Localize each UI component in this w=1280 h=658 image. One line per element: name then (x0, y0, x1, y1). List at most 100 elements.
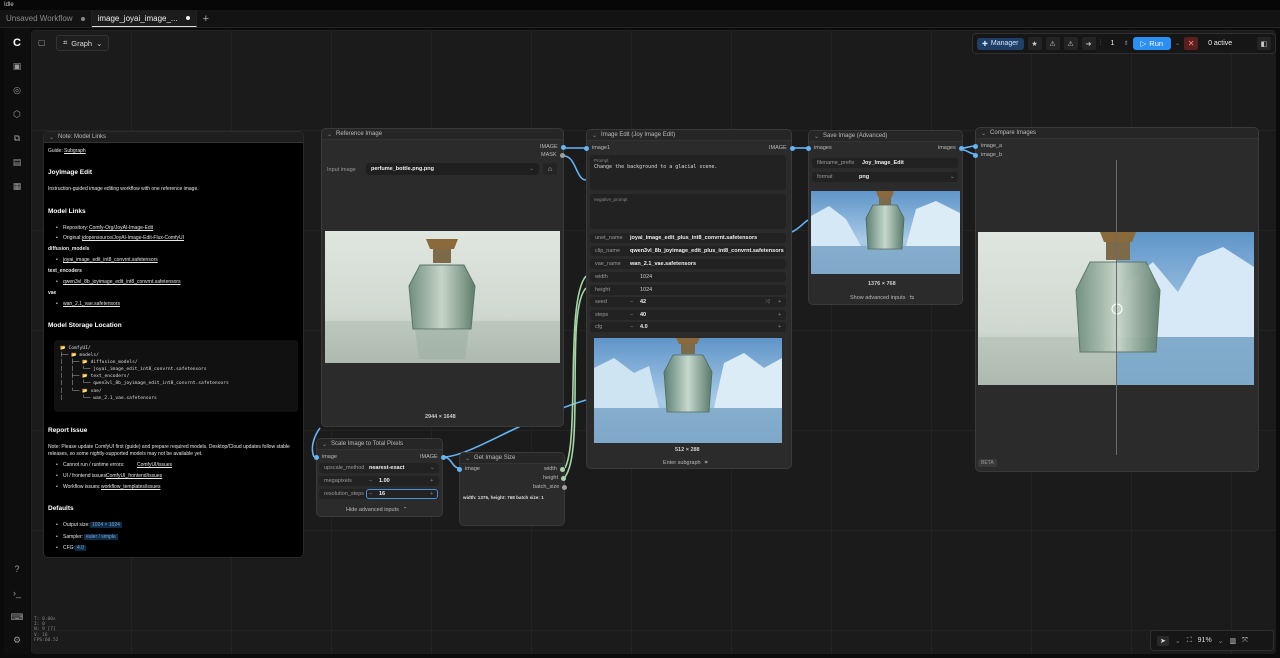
diffusion-model-link[interactable]: joyai_image_edit_int8_convrnt.safetensor… (63, 257, 158, 263)
node-header[interactable]: ⌄ Image Edit (Joy Image Edit) (587, 130, 791, 141)
increment-icon[interactable]: + (430, 478, 433, 484)
hide-advanced-inputs-button[interactable]: Hide advanced inputs ⌃ (346, 507, 408, 513)
chevron-up-icon: ⌃ (402, 507, 408, 513)
image-select-dropdown[interactable]: perfume_bottle.png.png ⌄ (366, 163, 539, 175)
compare-divider-line[interactable] (1116, 160, 1117, 455)
output-images-slot[interactable]: images (938, 145, 964, 151)
collapse-chevron-icon[interactable]: ⌄ (465, 455, 470, 462)
output-image-slot[interactable]: IMAGE (769, 145, 795, 151)
input-image-slot[interactable]: image (314, 454, 337, 460)
chevron-down-icon[interactable]: ⌄ (1175, 637, 1181, 645)
width-widget[interactable]: width 1024 (590, 272, 786, 282)
original-link[interactable]: jdopensource/JoyAI-Image-Edit-Flux-Comfy… (82, 235, 184, 241)
slot-label: image_b (981, 152, 1003, 158)
widget-label: unet_name (595, 235, 623, 241)
node-header[interactable]: ⌄ Get Image Size (460, 453, 564, 464)
issue-frontend-link[interactable]: ComfyUI_frontend/issues (106, 473, 162, 479)
storage-tree: 📂 ComfyUI/ ├── 📂 models/ │ ├── 📂 diffusi… (54, 340, 298, 412)
select-tool-icon[interactable]: ➤ (1157, 635, 1169, 646)
defaults-heading: Defaults (48, 505, 74, 512)
link-visibility-icon[interactable]: ⤧ (1242, 637, 1248, 645)
increment-icon[interactable]: + (778, 299, 781, 305)
widget-label: resolution_steps (324, 491, 365, 497)
upscale-method-widget[interactable]: upscale_method nearest-exact ⌄ (319, 463, 439, 473)
collapse-chevron-icon[interactable]: ⌄ (49, 134, 54, 141)
repo-link[interactable]: Comfy-Org/JoyAI-Image-Edit (89, 225, 153, 231)
node-header[interactable]: ⌄ Note: Model Links (44, 132, 303, 143)
widget-label: filename_prefix (817, 160, 855, 166)
input-image1-slot[interactable]: image1 (584, 145, 610, 151)
input-images-slot[interactable]: images (806, 145, 832, 151)
seed-widget[interactable]: seed − 42 ⤨ + (590, 297, 786, 307)
bullet: • (56, 534, 58, 540)
widget-value: 40 (640, 312, 647, 318)
filename-prefix-widget[interactable]: filename_prefix Joy_Image_Edit (812, 158, 958, 168)
collapse-chevron-icon[interactable]: ⌄ (327, 131, 332, 138)
input-image-a-slot[interactable]: image_a (973, 143, 1002, 149)
steps-widget[interactable]: steps − 40 + (590, 310, 786, 320)
output-image-slot[interactable]: IMAGE (420, 454, 446, 460)
output-height-slot[interactable]: height (543, 475, 566, 481)
node-header[interactable]: ⌄ Save Image (Advanced) (809, 131, 962, 142)
collapse-chevron-icon[interactable]: ⌄ (981, 130, 986, 137)
clip-name-widget[interactable]: clip_name qwen3vl_8b_joyimage_edit_plus_i… (590, 246, 786, 256)
enter-subgraph-button[interactable]: Enter subgraph ⌗ (663, 460, 708, 467)
widget-label: upscale_method (324, 465, 365, 471)
widget-label: format (817, 174, 833, 180)
vae-name-widget[interactable]: vae_name wan_2.1_vae.safetensors (590, 259, 786, 269)
decrement-icon[interactable]: − (630, 312, 633, 318)
zoom-level[interactable]: 91% (1198, 637, 1212, 644)
cfg-widget[interactable]: cfg − 4.0 + (590, 322, 786, 332)
output-batch-size-slot[interactable]: batch_size (533, 484, 568, 490)
upload-folder-icon[interactable]: ⌂ (543, 163, 557, 175)
bullet: • (56, 235, 58, 241)
chevron-down-icon[interactable]: ⌄ (1218, 637, 1224, 645)
format-widget[interactable]: format png ⌄ (812, 172, 958, 182)
render-stats: T: 0.00s I: 0 N: 9 [7] V: 16 FPS:60.52 (34, 617, 58, 643)
collapse-chevron-icon[interactable]: ⌄ (592, 132, 597, 139)
height-widget[interactable]: height 1024 (590, 285, 786, 295)
saved-image-preview (811, 191, 960, 274)
focused-input-outline (366, 489, 438, 499)
unet-name-widget[interactable]: unet_name joyai_image_edit_plus_int8_conv… (590, 233, 786, 243)
fit-view-icon[interactable]: ⛶ (1187, 637, 1192, 645)
increment-icon[interactable]: + (778, 324, 781, 330)
megapixels-widget[interactable]: megapixels − 1.00 + (319, 476, 439, 486)
show-advanced-label: Show advanced inputs (850, 295, 906, 301)
output-image-slot[interactable]: IMAGE (540, 144, 566, 150)
input-image-b-slot[interactable]: image_b (973, 152, 1002, 158)
shuffle-icon[interactable]: ⤨ (765, 299, 769, 306)
issue-workflow-link[interactable]: workflow_templates/issues (101, 484, 160, 490)
decrement-icon[interactable]: − (630, 324, 633, 330)
bullet: • (56, 301, 58, 307)
output-mask-slot[interactable]: MASK (541, 152, 565, 158)
collapse-chevron-icon[interactable]: ⌄ (814, 133, 819, 140)
output-width-slot[interactable]: width (544, 466, 565, 472)
minimap-icon[interactable]: ▥ (1230, 637, 1237, 645)
notes-title: JoyImage Edit (48, 169, 93, 176)
decrement-icon[interactable]: − (369, 491, 372, 497)
issue-runtime-link[interactable]: ComfyUI/issues (137, 462, 172, 468)
resolution-steps-widget[interactable]: resolution_steps − 16 + (319, 489, 439, 499)
vae-link[interactable]: wan_2.1_vae.safetensors (63, 301, 120, 307)
text-encoder-link[interactable]: qwen3vl_8b_joyimage_edit_int8_convrnt.sa… (63, 279, 181, 285)
slot-label: IMAGE (420, 454, 438, 460)
widget-value: 42 (640, 299, 647, 305)
widget-label: seed (595, 299, 607, 305)
input-image-slot[interactable]: image (457, 466, 480, 472)
guide-link[interactable]: Subgraph (64, 148, 86, 154)
decrement-icon[interactable]: − (630, 299, 633, 305)
node-header[interactable]: ⌄ Reference Image (322, 129, 563, 140)
reference-image-dimensions: 2944 × 1648 (425, 414, 456, 420)
repo-label: Repository: (63, 225, 89, 231)
increment-icon[interactable]: + (778, 312, 781, 318)
node-header[interactable]: ⌄ Scale Image to Total Pixels (317, 439, 442, 450)
increment-icon[interactable]: + (430, 491, 433, 497)
decrement-icon[interactable]: − (369, 478, 372, 484)
show-advanced-inputs-button[interactable]: Show advanced inputs ⇆ (850, 295, 914, 301)
node-title: Reference Image (336, 131, 383, 137)
node-header[interactable]: ⌄ Compare Images (976, 128, 1258, 139)
prompt-textarea[interactable] (590, 155, 786, 190)
widget-value: wan_2.1_vae.safetensors (630, 261, 697, 267)
collapse-chevron-icon[interactable]: ⌄ (322, 441, 327, 448)
